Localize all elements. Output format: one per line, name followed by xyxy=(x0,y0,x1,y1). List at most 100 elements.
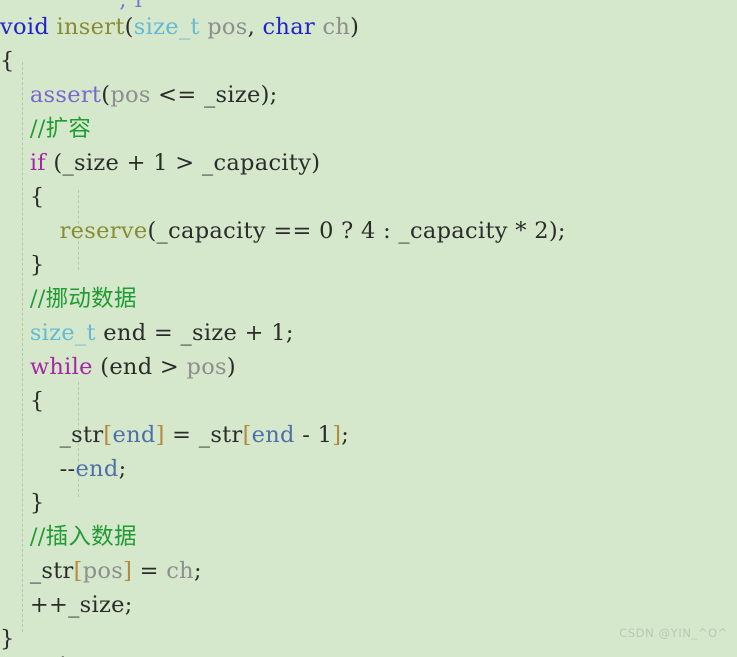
code-token: = xyxy=(164,422,199,448)
code-token: _size xyxy=(68,592,125,618)
code-line[interactable]: reserve(_capacity == 0 ? 4 : _capacity *… xyxy=(0,214,737,248)
code-token: ] xyxy=(332,422,342,448)
code-line[interactable]: } xyxy=(0,248,737,282)
code-token: char xyxy=(262,14,315,40)
code-token: _capacity xyxy=(201,150,312,176)
code-token: } xyxy=(29,490,45,516)
code-token: pos xyxy=(186,354,227,380)
code-token: _size xyxy=(203,82,261,108)
code-token: + xyxy=(237,320,272,346)
code-token: * xyxy=(507,218,535,244)
code-token: ; xyxy=(118,456,127,482)
code-line-list[interactable]: ; ivoid insert(size_t pos, char ch) { ass… xyxy=(0,0,737,657)
code-token: pos xyxy=(82,558,124,584)
code-token: end xyxy=(112,422,156,448)
code-line[interactable]: void insert(size_t pos, char ch) xyxy=(0,10,737,44)
code-token: ) xyxy=(350,14,360,40)
code-line[interactable]: ++_size; xyxy=(0,588,737,622)
code-token: void xyxy=(0,14,50,40)
code-line[interactable]: //扩容 xyxy=(0,112,737,146)
code-line[interactable]: { xyxy=(0,384,737,418)
code-token: ); xyxy=(548,218,566,244)
code-token: [ xyxy=(103,422,113,448)
csdn-watermark: CSDN @YIN_^O^ xyxy=(619,626,728,640)
code-token: ++ xyxy=(29,592,69,618)
code-token: == xyxy=(265,218,320,244)
code-token: ] xyxy=(155,422,165,448)
code-token: 1 xyxy=(317,422,333,448)
code-token: <= xyxy=(150,82,204,108)
code-token: pos xyxy=(207,14,248,40)
code-token: ch xyxy=(166,558,194,584)
code-token: ; xyxy=(124,592,133,618)
code-token: [ xyxy=(73,558,83,584)
code-token: 1 xyxy=(271,320,286,346)
code-token: [ xyxy=(242,422,252,448)
code-line[interactable]: { xyxy=(0,44,737,78)
code-line[interactable]: //挪动数据 xyxy=(0,282,737,316)
code-line[interactable]: --end; xyxy=(0,452,737,486)
code-token: ? xyxy=(333,218,361,244)
code-token: end xyxy=(103,320,147,346)
code-token: _size xyxy=(180,320,238,346)
code-token: size_t xyxy=(133,14,200,40)
code-token: { xyxy=(29,184,45,210)
code-token: + xyxy=(119,150,154,176)
code-line[interactable]: size_t end = _size + 1; xyxy=(0,316,737,350)
code-token: = xyxy=(146,320,181,346)
code-token: ch xyxy=(322,14,351,40)
code-token: - xyxy=(294,422,318,448)
code-token: _str xyxy=(198,422,243,448)
code-token: ] xyxy=(123,558,133,584)
code-token: ; xyxy=(285,320,294,346)
code-line[interactable]: if (_size + 1 > _capacity) xyxy=(0,146,737,180)
code-line[interactable]: _str[pos] = ch; xyxy=(0,554,737,588)
code-token: ); xyxy=(260,82,278,108)
code-token: = xyxy=(132,558,167,584)
code-token: , xyxy=(247,14,263,40)
code-line[interactable]: { xyxy=(0,180,737,214)
code-token: 0 xyxy=(319,218,334,244)
code-line[interactable]: while (end > pos) xyxy=(0,350,737,384)
code-token: ; i xyxy=(119,0,142,10)
code-token: { xyxy=(29,388,45,414)
code-token: ( xyxy=(92,354,110,380)
code-token: ( xyxy=(124,14,134,40)
code-line[interactable]: } xyxy=(0,486,737,520)
code-token: { xyxy=(0,48,15,74)
code-token: 4 xyxy=(361,218,376,244)
code-token: > xyxy=(167,150,202,176)
code-token: while xyxy=(29,354,93,380)
code-line[interactable]: ; i xyxy=(0,0,737,10)
code-token: ) xyxy=(226,354,236,380)
code-line[interactable]: //插入数据 xyxy=(0,520,737,554)
code-token: //扩容 xyxy=(29,116,92,142)
code-token: > xyxy=(152,354,187,380)
code-token: ; xyxy=(341,422,350,448)
code-line[interactable]: _str[end] = _str[end - 1]; xyxy=(0,418,737,452)
code-token: assert xyxy=(29,82,102,108)
code-token: 2 xyxy=(534,218,549,244)
code-editor-surface[interactable]: ; ivoid insert(size_t pos, char ch) { ass… xyxy=(0,0,737,657)
code-token: reserve xyxy=(59,218,148,244)
code-token: -- xyxy=(59,456,76,482)
code-token: //挪动数据 xyxy=(29,286,137,312)
code-token: } xyxy=(29,252,45,278)
code-line[interactable]: assert(pos <= _size); xyxy=(0,78,737,112)
code-token: _capacity xyxy=(156,218,266,244)
code-token: ( xyxy=(45,150,63,176)
code-token: //插入数据 xyxy=(29,524,137,550)
